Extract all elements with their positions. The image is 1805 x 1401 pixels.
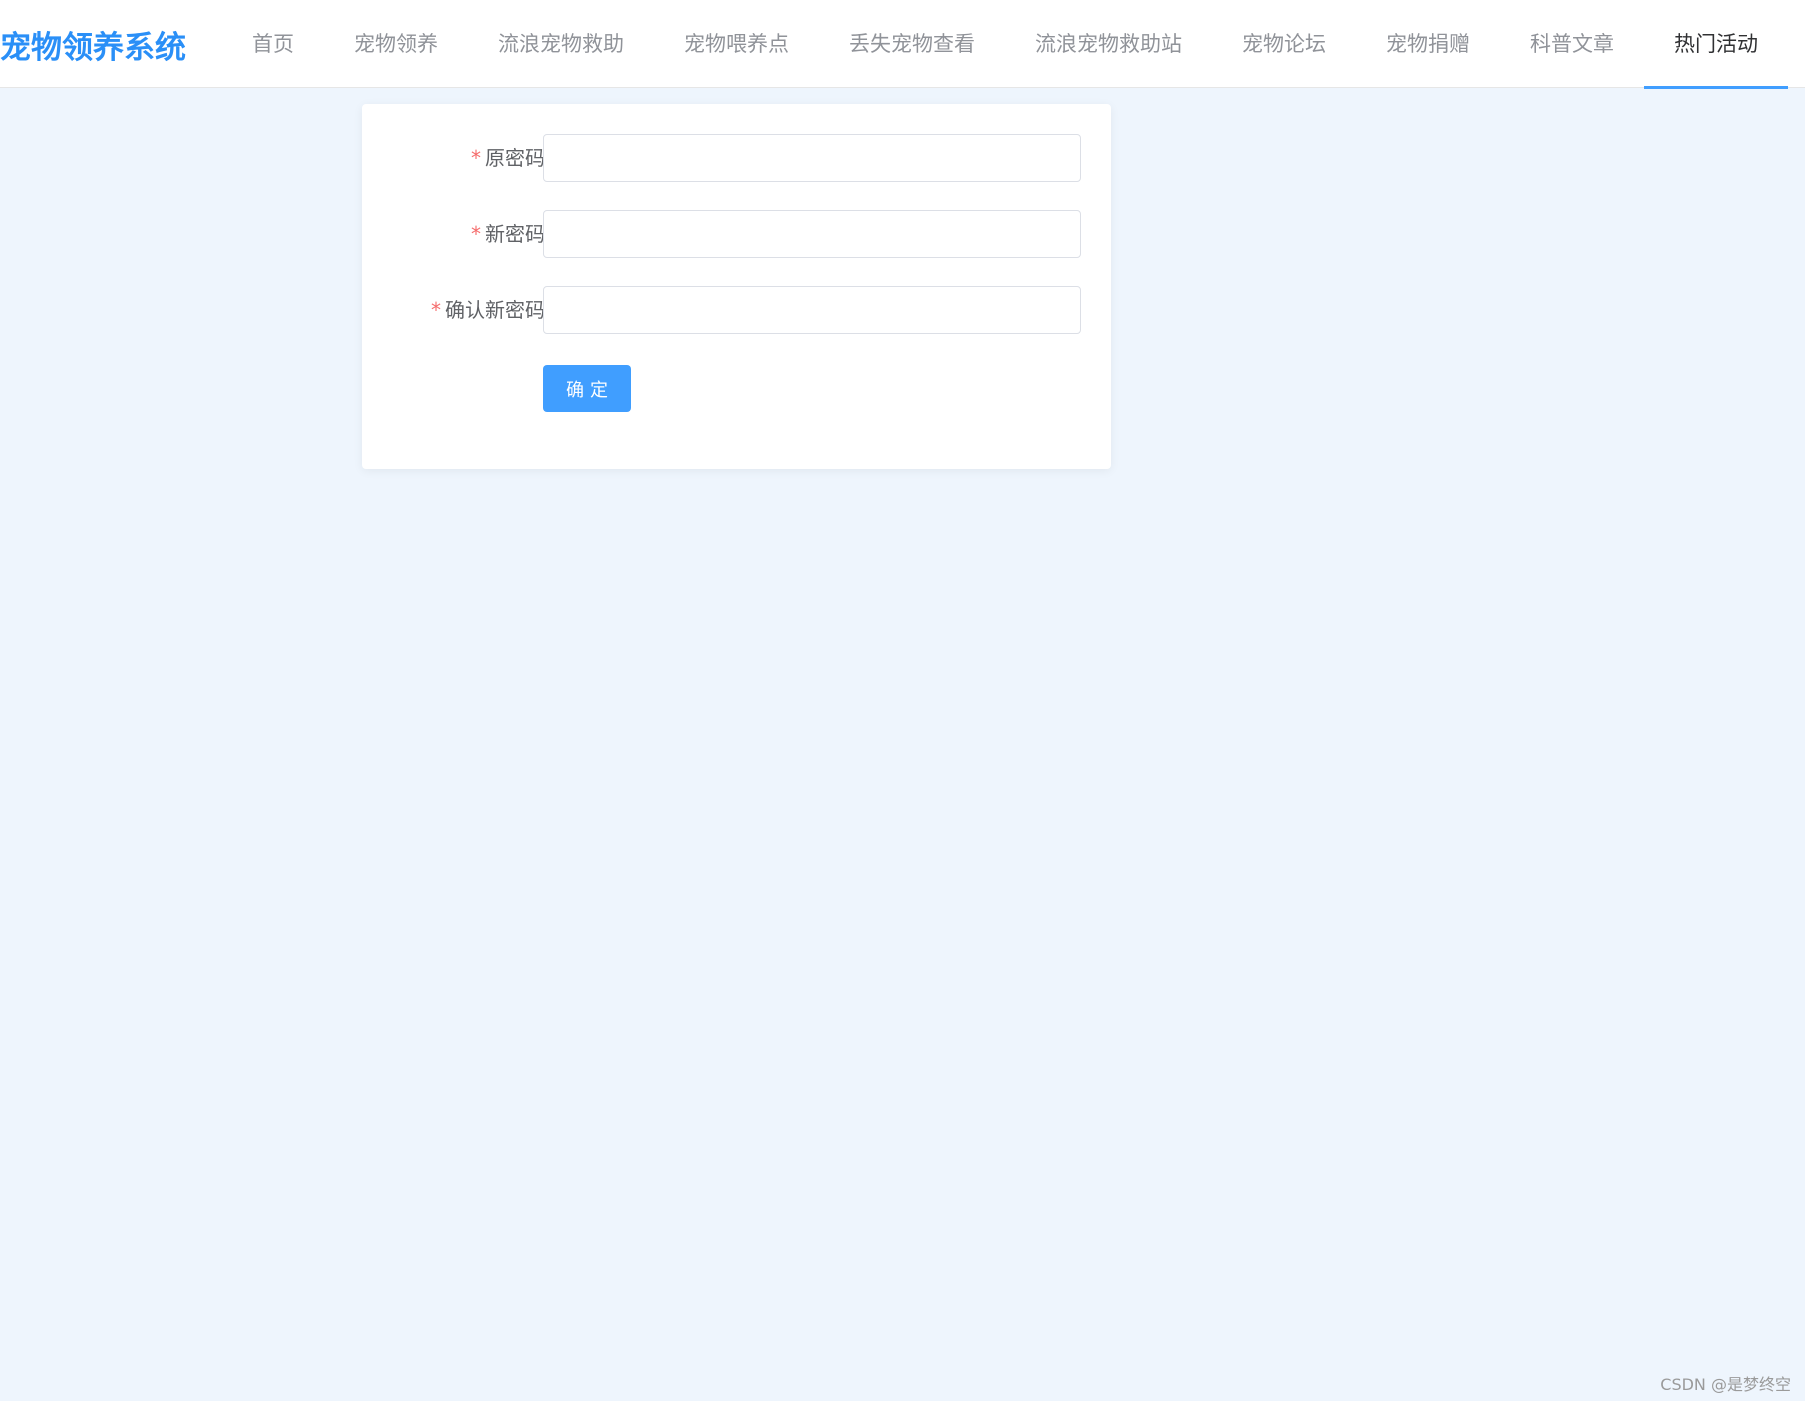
nav-item-articles[interactable]: 科普文章 (1500, 0, 1644, 88)
nav-item-feeding-points[interactable]: 宠物喂养点 (654, 0, 819, 88)
required-mark: * (431, 298, 441, 322)
nav-item-rescue-stations[interactable]: 流浪宠物救助站 (1005, 0, 1212, 88)
form-row-old-password: * 原密码 (362, 134, 1111, 182)
required-mark: * (471, 222, 481, 246)
nav-item-home[interactable]: 首页 (222, 0, 324, 88)
nav-item-hot-activities[interactable]: 热门活动 (1644, 0, 1788, 89)
old-password-input[interactable] (543, 134, 1081, 182)
nav-item-pet-adoption[interactable]: 宠物领养 (324, 0, 468, 88)
form-row-new-password: * 新密码 (362, 210, 1111, 258)
new-password-input[interactable] (543, 210, 1081, 258)
top-navbar: 宠物领养系统 首页 宠物领养 流浪宠物救助 宠物喂养点 丢失宠物查看 流浪宠物救… (0, 0, 1805, 89)
nav-item-stray-rescue[interactable]: 流浪宠物救助 (468, 0, 654, 88)
new-password-label: * 新密码 (471, 222, 545, 246)
required-mark: * (471, 146, 481, 170)
nav-item-forum[interactable]: 宠物论坛 (1212, 0, 1356, 88)
csdn-watermark: CSDN @是梦终空 (1660, 1375, 1791, 1394)
old-password-label: * 原密码 (471, 146, 545, 170)
main-nav: 首页 宠物领养 流浪宠物救助 宠物喂养点 丢失宠物查看 流浪宠物救助站 宠物论坛… (222, 0, 1788, 89)
nav-item-lost-pets[interactable]: 丢失宠物查看 (819, 0, 1005, 88)
form-row-confirm-password: * 确认新密码 (362, 286, 1111, 334)
confirm-password-input[interactable] (543, 286, 1081, 334)
change-password-card: * 原密码 * 新密码 * 确认新密码 确定 (362, 104, 1111, 469)
app-logo[interactable]: 宠物领养系统 (0, 22, 186, 67)
confirm-button[interactable]: 确定 (543, 365, 631, 412)
confirm-password-label: * 确认新密码 (431, 298, 545, 322)
nav-item-donation[interactable]: 宠物捐赠 (1356, 0, 1500, 88)
